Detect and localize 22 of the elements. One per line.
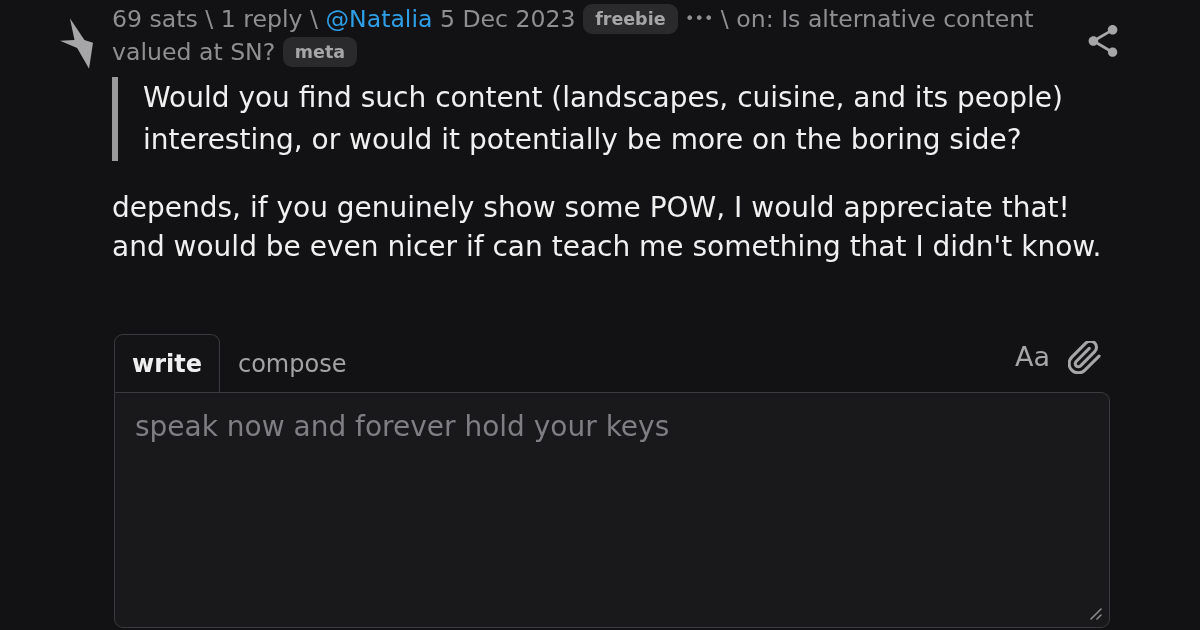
quote-text: Would you find such content (landscapes, cuisine, and its people) interesting, or would it potentially be more on the boring side? [143,80,1064,158]
parent-post-link[interactable]: valued at SN? [112,38,276,66]
tag-badge[interactable]: freebie [583,4,678,34]
separator: \ [205,5,214,33]
author-link[interactable]: @Natalia [325,5,433,33]
paperclip-icon[interactable] [1068,340,1101,374]
separator: \ [310,5,318,33]
editor-tab[interactable]: compose [220,334,365,392]
separator: \ [720,5,729,33]
share-icon[interactable] [1088,25,1118,57]
input-field[interactable]: speak now and forever hold your keys [114,392,1110,628]
lightning-bolt-icon[interactable] [60,18,93,69]
tag-badge[interactable]: meta [282,37,358,67]
text-format-button[interactable]: Aa [1015,342,1050,372]
post-date: 5 Dec 2023 [439,5,576,33]
editor-tab[interactable]: write [114,334,220,392]
comment-text: depends, if you genuinely show some POW, I would appreciate that! and would be even nicer if can teach me something that I didn't know. [112,190,1103,265]
reply-count-link[interactable]: 1 reply [220,5,303,33]
resize-handle-icon[interactable] [1090,608,1102,620]
sats-count: 69 sats [112,5,198,33]
more-button[interactable]: ••• [685,9,714,29]
parent-post-link[interactable]: on: Is alternative content [736,5,1034,33]
